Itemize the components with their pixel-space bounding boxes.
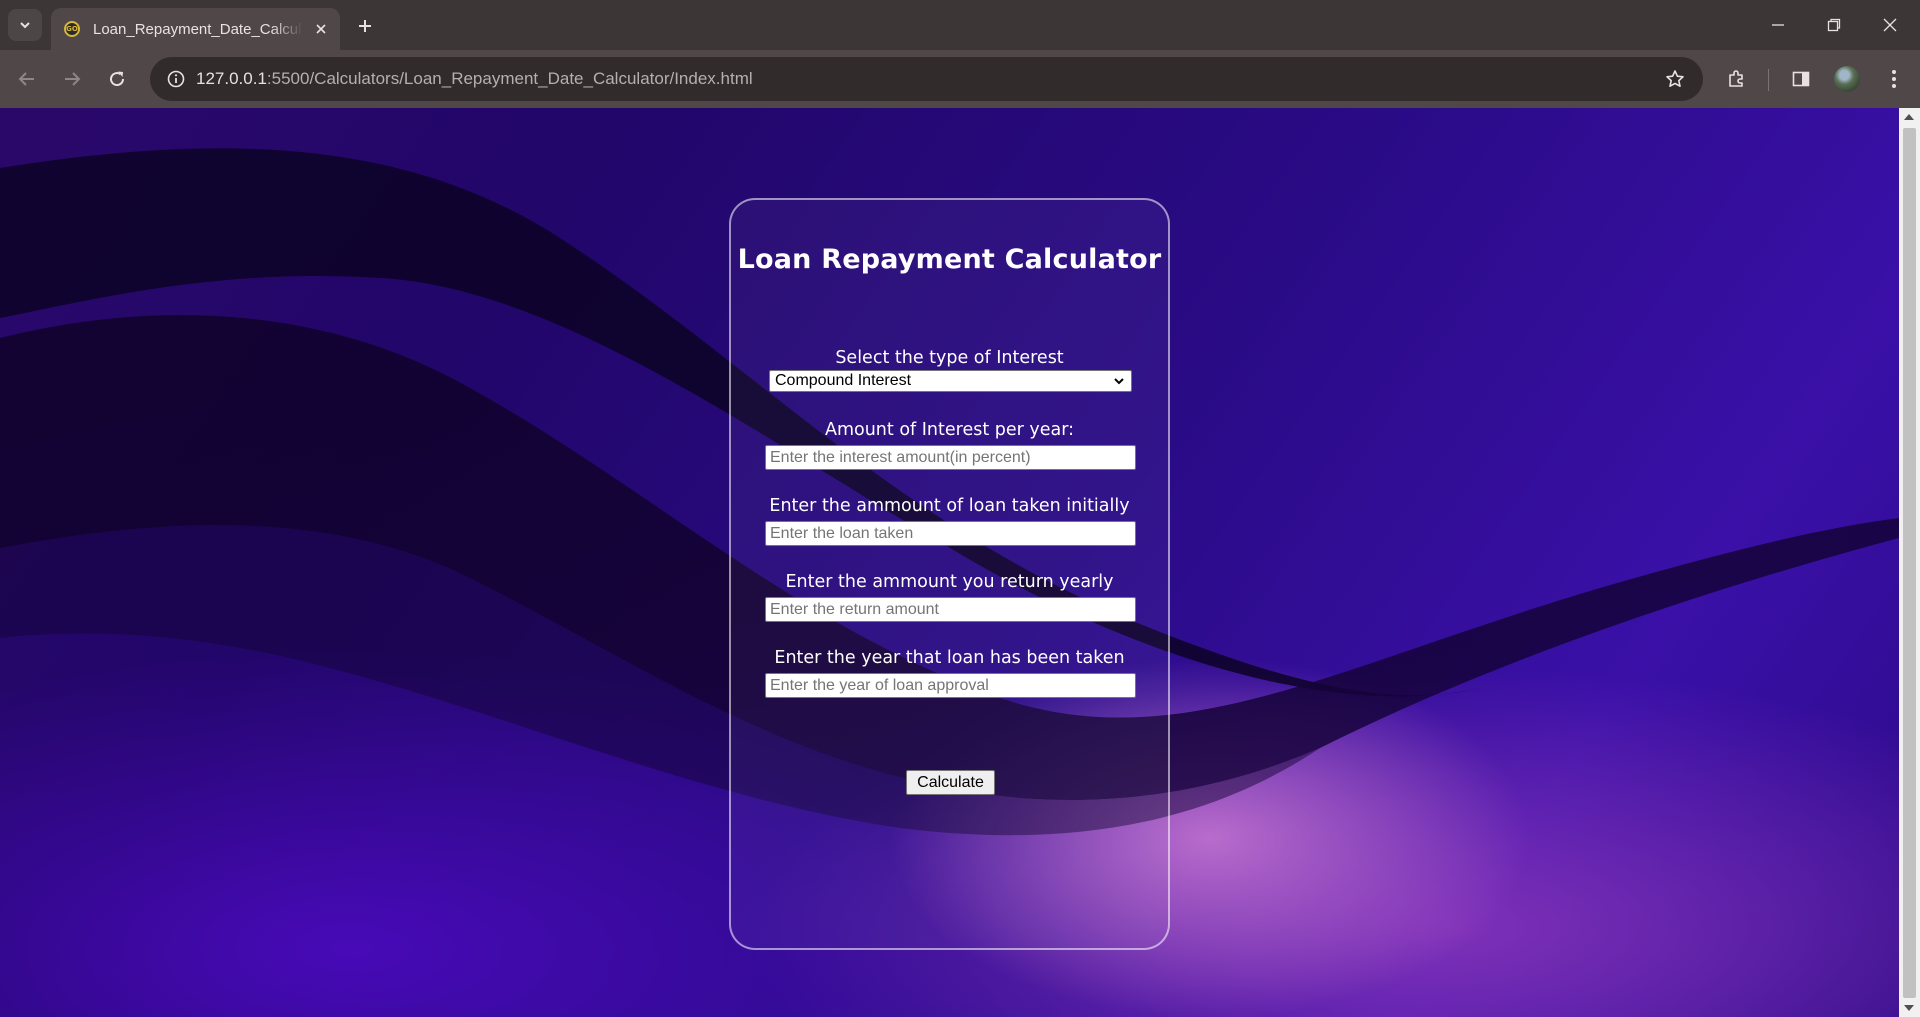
- tab-close-button[interactable]: [311, 19, 331, 39]
- site-info-button[interactable]: [160, 63, 192, 95]
- scroll-up-arrow-icon[interactable]: [1904, 114, 1914, 120]
- close-icon: [316, 24, 326, 34]
- minimize-icon: [1772, 24, 1784, 26]
- info-icon: [167, 70, 185, 88]
- side-panel-icon: [1792, 71, 1810, 87]
- browser-toolbar: 127.0.0.1:5500/Calculators/Loan_Repaymen…: [0, 50, 1920, 108]
- tab-title: Loan_Repayment_Date_Calculator: [93, 20, 303, 38]
- loan-amount-input[interactable]: [765, 521, 1136, 546]
- side-panel-button[interactable]: [1785, 63, 1817, 95]
- browser-tab[interactable]: GO Loan_Repayment_Date_Calculator: [51, 8, 340, 50]
- interest-type-select[interactable]: Compound Interest: [769, 370, 1132, 392]
- back-button[interactable]: [11, 63, 43, 95]
- scroll-down-arrow-icon[interactable]: [1904, 1005, 1914, 1011]
- browser-tab-bar: GO Loan_Repayment_Date_Calculator: [0, 0, 1920, 50]
- close-icon: [1883, 18, 1897, 32]
- restore-icon: [1827, 18, 1841, 32]
- arrow-right-icon: [65, 72, 81, 86]
- reload-icon: [110, 71, 125, 87]
- minimize-button[interactable]: [1750, 0, 1806, 50]
- page-scrollbar[interactable]: [1899, 108, 1920, 1017]
- chevron-down-icon: [1114, 378, 1124, 385]
- tab-search-button[interactable]: [8, 9, 42, 41]
- return-amount-input[interactable]: [765, 597, 1136, 622]
- new-tab-button[interactable]: [352, 13, 378, 39]
- profile-avatar[interactable]: [1834, 66, 1860, 92]
- interest-type-label: Select the type of Interest: [835, 348, 1064, 368]
- reload-button[interactable]: [101, 63, 133, 95]
- extensions-button[interactable]: [1720, 63, 1752, 95]
- bookmark-button[interactable]: [1659, 63, 1691, 95]
- close-window-button[interactable]: [1862, 0, 1918, 50]
- url-path: :5500/Calculators/Loan_Repayment_Date_Ca…: [266, 69, 753, 88]
- puzzle-icon: [1729, 70, 1743, 87]
- page-title: Loan Repayment Calculator: [737, 244, 1162, 275]
- return-amount-label: Enter the ammount you return yearly: [785, 572, 1114, 592]
- menu-button[interactable]: [1878, 63, 1910, 95]
- calculator-card: Loan Repayment Calculator Select the typ…: [729, 198, 1170, 950]
- url-text: 127.0.0.1:5500/Calculators/Loan_Repaymen…: [196, 69, 753, 89]
- arrow-left-icon: [18, 72, 34, 86]
- url-host: 127.0.0.1: [196, 69, 267, 88]
- loan-year-input[interactable]: [765, 673, 1136, 698]
- chevron-down-icon: [20, 22, 30, 29]
- interest-type-value: Compound Interest: [775, 372, 912, 389]
- toolbar-divider: [1768, 69, 1769, 91]
- scroll-thumb[interactable]: [1903, 128, 1916, 998]
- loan-amount-label: Enter the ammount of loan taken initiall…: [769, 496, 1130, 516]
- loan-year-label: Enter the year that loan has been taken: [774, 648, 1125, 668]
- site-favicon-icon: GO: [64, 21, 80, 37]
- star-icon: [1666, 70, 1684, 87]
- forward-button[interactable]: [56, 63, 88, 95]
- page-viewport: Loan Repayment Calculator Select the typ…: [0, 108, 1899, 1017]
- plus-icon: [359, 20, 371, 32]
- interest-rate-label: Amount of Interest per year:: [824, 420, 1075, 440]
- address-bar[interactable]: 127.0.0.1:5500/Calculators/Loan_Repaymen…: [150, 57, 1703, 101]
- more-vertical-icon: [1892, 70, 1896, 88]
- restore-button[interactable]: [1806, 0, 1862, 50]
- calculate-button[interactable]: Calculate: [906, 770, 995, 795]
- interest-rate-input[interactable]: [765, 445, 1136, 470]
